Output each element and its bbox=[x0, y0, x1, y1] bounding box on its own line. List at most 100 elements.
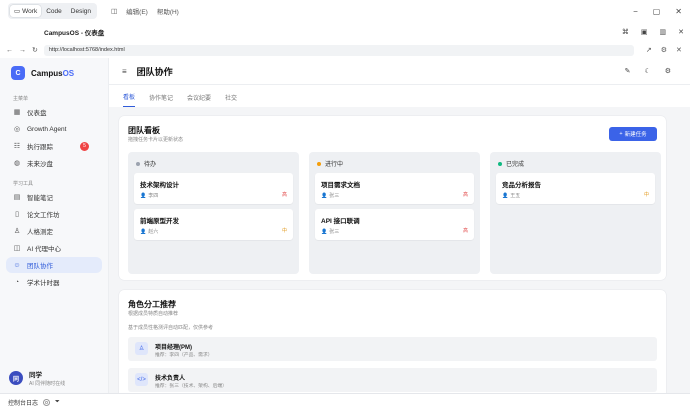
forward-icon[interactable]: → bbox=[19, 47, 26, 54]
sidebar-item-notes[interactable]: ▤ 智能笔记 bbox=[0, 189, 102, 205]
filter-icon[interactable]: ⏷ bbox=[55, 399, 60, 406]
role-name: 项目经理(PM) bbox=[155, 345, 192, 351]
priority-badge: 高 bbox=[462, 192, 468, 198]
close-icon[interactable]: ✕ bbox=[675, 7, 682, 16]
mode-work-button[interactable]: ▭ Work bbox=[10, 5, 42, 17]
window-close-icon[interactable]: ✕ bbox=[678, 28, 684, 36]
tab-collab-notes[interactable]: 协作笔记 bbox=[149, 93, 173, 107]
status-dot bbox=[498, 161, 502, 166]
terminal-icon[interactable]: ⌘ bbox=[622, 28, 629, 36]
kanban-card: 团队看板 拖拽任务卡片以更新状态 + 新建任务 待办 技术架构设计 👤 李四 高 前… bbox=[119, 116, 666, 280]
mode-design-button[interactable]: Design bbox=[67, 5, 95, 17]
back-icon[interactable]: ← bbox=[6, 47, 13, 54]
status-dot bbox=[136, 161, 140, 166]
role-row[interactable]: ♙ 项目经理(PM) 推荐：李四（产品、需求） bbox=[128, 337, 657, 361]
minimize-icon[interactable]: − bbox=[633, 7, 638, 16]
menu-help[interactable]: 帮助(H) bbox=[157, 6, 179, 16]
user-icon: 👤 bbox=[140, 192, 147, 199]
menu-icon[interactable]: ≡ bbox=[122, 67, 127, 76]
user-icon: ♙ bbox=[135, 342, 148, 355]
robot-icon: ◫ bbox=[13, 245, 21, 252]
sidebar-item-team[interactable]: ☺ 团队协作 bbox=[6, 257, 102, 273]
task-card[interactable]: 竞品分析报告 👤 王五 中 bbox=[496, 173, 655, 204]
role-recommendation-card: 角色分工推荐 根据成员特质自动推荐 基于成员性格测评自动匹配，仅供参考 ♙ 项目… bbox=[119, 290, 666, 393]
task-title: 竞品分析报告 bbox=[502, 182, 541, 189]
task-title: 项目需求文档 bbox=[321, 182, 360, 189]
pin-icon[interactable]: ▣ bbox=[641, 28, 648, 36]
menu-edit[interactable]: 编辑(E) bbox=[126, 6, 148, 16]
task-card[interactable]: 技术架构设计 👤 李四 高 bbox=[134, 173, 293, 204]
task-assignee: 张三 bbox=[329, 229, 340, 235]
column-title: 进行中 bbox=[325, 162, 344, 168]
tab-meeting-minutes[interactable]: 会议纪要 bbox=[187, 93, 211, 107]
moon-icon[interactable]: ☾ bbox=[644, 67, 650, 75]
priority-badge: 高 bbox=[281, 192, 287, 198]
page-title: 团队协作 bbox=[136, 66, 173, 77]
target-icon: ◎ bbox=[13, 126, 21, 133]
user-icon: 👤 bbox=[502, 192, 509, 199]
sidebar-toggle-icon[interactable]: ◫ bbox=[111, 7, 117, 15]
tab-bar: 看板 协作笔记 会议纪要 社交 bbox=[109, 85, 690, 107]
console-count: 0 bbox=[43, 399, 51, 406]
new-task-button[interactable]: + 新建任务 bbox=[609, 127, 657, 141]
roles-note: 基于成员性格测评自动匹配，仅供参考 bbox=[128, 325, 214, 331]
brand[interactable]: C CampusOS bbox=[0, 58, 108, 88]
url-input[interactable]: http://localhost:5768/index.html bbox=[43, 44, 634, 56]
sidebar-item-tracking[interactable]: ☷ 执行跟踪 5 bbox=[0, 138, 102, 154]
logo: C bbox=[11, 66, 25, 80]
sidebar-item-future-sandbox[interactable]: ◍ 未来沙盘 bbox=[0, 155, 102, 171]
inspect-icon[interactable]: ⚙ bbox=[661, 46, 667, 54]
sidebar-item-paper[interactable]: ▯ 论文工作坊 bbox=[0, 206, 102, 222]
task-assignee: 赵六 bbox=[148, 229, 159, 235]
sidebar-item-personality[interactable]: ♙ 人格测定 bbox=[0, 223, 102, 239]
column-done: 已完成 竞品分析报告 👤 王五 中 bbox=[490, 152, 661, 274]
browser-bar: ← → ↻ http://localhost:5768/index.html ↗… bbox=[0, 42, 690, 58]
roles-subtitle: 根据成员特质自动推荐 bbox=[128, 311, 179, 317]
split-icon[interactable]: ▥ bbox=[660, 28, 667, 36]
task-card[interactable]: 前端原型开发 👤 赵六 中 bbox=[134, 209, 293, 240]
task-card[interactable]: 项目需求文档 👤 张三 高 bbox=[315, 173, 474, 204]
page-header: ≡ 团队协作 ✎ ☾ ⚙ bbox=[109, 58, 690, 85]
main-content: ≡ 团队协作 ✎ ☾ ⚙ 看板 协作笔记 会议纪要 社交 团队看板 拖拽任务卡片… bbox=[109, 58, 690, 393]
sidebar-item-dashboard[interactable]: ▦ 仪表盘 bbox=[0, 104, 102, 120]
reload-icon[interactable]: ↻ bbox=[32, 46, 38, 54]
task-title: API 接口联调 bbox=[321, 218, 360, 225]
task-title: 前端原型开发 bbox=[140, 218, 179, 225]
sidebar-item-timer[interactable]: ◔ 学术计时器 bbox=[0, 274, 102, 290]
role-name: 技术负责人 bbox=[155, 376, 186, 382]
mode-switcher: ▭ Work Code Design bbox=[8, 3, 97, 19]
user-status: AI 同伴随时在线 bbox=[29, 381, 66, 387]
role-row[interactable]: </> 技术负责人 推荐：张三（技术、架构、后端） bbox=[128, 368, 657, 392]
app-top-bar: ▭ Work Code Design ◫ 编辑(E) 帮助(H) − ▢ ✕ bbox=[0, 0, 690, 22]
sidebar-item-growth-agent[interactable]: ◎ Growth Agent bbox=[0, 121, 102, 137]
paper-icon: ▯ bbox=[15, 211, 19, 218]
sidebar: C CampusOS 主菜单 ▦ 仪表盘 ◎ Growth Agent ☷ 执行跟踪 5… bbox=[0, 58, 109, 393]
role-desc: 推荐：李四（产品、需求） bbox=[155, 353, 213, 358]
roles-title: 角色分工推荐 bbox=[128, 300, 176, 309]
person-icon: ♙ bbox=[13, 228, 21, 235]
column-title: 待办 bbox=[144, 162, 157, 168]
settings-icon[interactable]: ⚙ bbox=[665, 67, 671, 75]
team-icon: ☺ bbox=[13, 261, 21, 269]
code-icon: </> bbox=[135, 373, 148, 386]
console-log-label[interactable]: 控制台日志 bbox=[8, 398, 38, 407]
close-tab-icon[interactable]: ✕ bbox=[676, 46, 682, 54]
role-desc: 推荐：张三（技术、架构、后端） bbox=[155, 384, 227, 389]
sidebar-item-ai-agents[interactable]: ◫ AI 代理中心 bbox=[0, 240, 102, 256]
mode-code-button[interactable]: Code bbox=[42, 5, 66, 17]
timer-icon: ◔ bbox=[14, 278, 20, 286]
globe-icon: ◍ bbox=[13, 160, 21, 167]
column-title: 已完成 bbox=[506, 162, 525, 168]
maximize-icon[interactable]: ▢ bbox=[653, 7, 661, 16]
task-card[interactable]: API 接口联调 👤 张三 高 bbox=[315, 209, 474, 240]
priority-badge: 高 bbox=[462, 228, 468, 234]
tab-kanban[interactable]: 看板 bbox=[123, 92, 136, 107]
task-assignee: 张三 bbox=[329, 193, 340, 199]
user-name: 同学 bbox=[29, 372, 42, 379]
list-icon: ☷ bbox=[13, 143, 21, 150]
user-profile[interactable]: 同 同学 AI 同伴随时在线 bbox=[9, 369, 65, 387]
tab-social[interactable]: 社交 bbox=[225, 93, 237, 107]
edit-icon[interactable]: ✎ bbox=[625, 67, 631, 75]
external-link-icon[interactable]: ↗ bbox=[646, 46, 652, 54]
priority-badge: 中 bbox=[643, 192, 649, 198]
